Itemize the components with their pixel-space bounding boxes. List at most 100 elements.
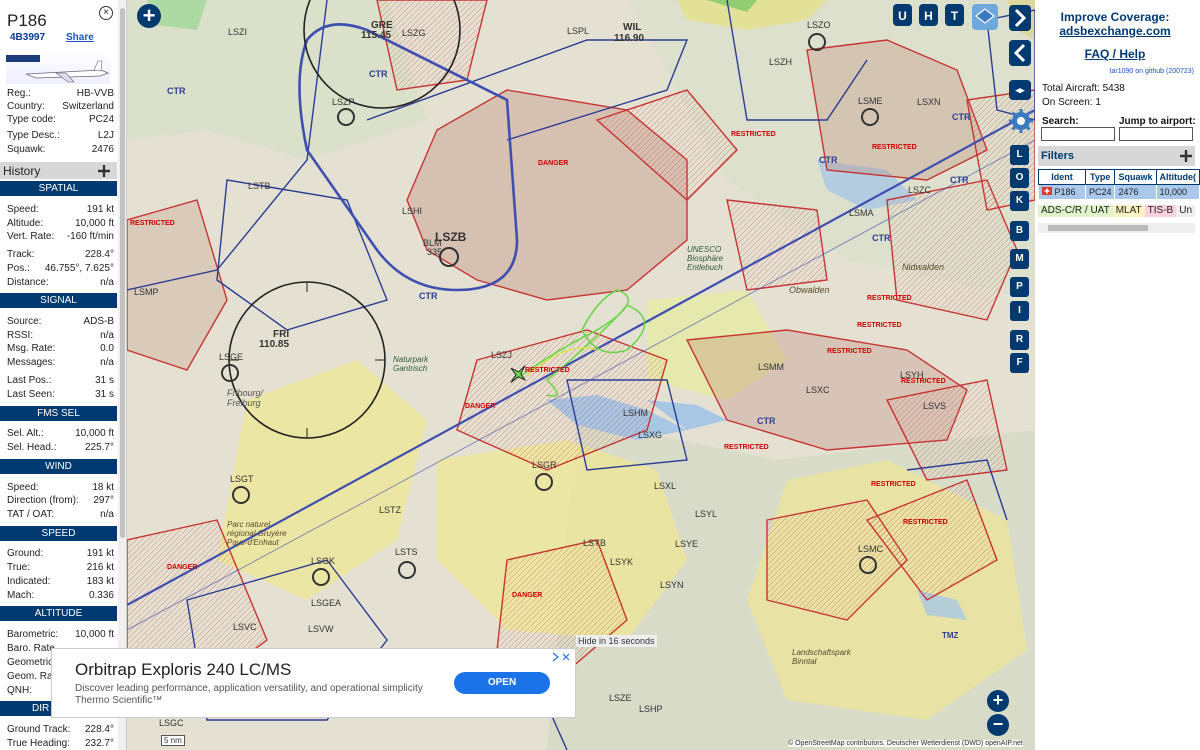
airport-lsmm[interactable]: LSMM <box>758 362 784 372</box>
plus-icon[interactable] <box>1179 149 1193 163</box>
restricted-label-2: RESTRICTED <box>731 131 776 138</box>
aircraft-photo-image <box>6 55 110 83</box>
version-link[interactable]: tar1090 on github (200723) <box>1110 68 1194 75</box>
table-scrollbar-thumb[interactable] <box>1048 225 1148 231</box>
table-header[interactable]: Altitude( <box>1155 169 1200 185</box>
side-button-o[interactable]: O <box>1010 168 1029 188</box>
table-cell-ident[interactable]: P186 <box>1038 184 1086 200</box>
airport-lsgc[interactable]: LSGC <box>159 718 184 728</box>
airport-lsyl[interactable]: LSYL <box>695 509 717 519</box>
airport-lsyb[interactable]: LSYB <box>583 538 606 548</box>
side-button-f[interactable]: F <box>1010 353 1029 373</box>
table-header[interactable]: Type <box>1084 169 1116 185</box>
table-header[interactable]: Ident <box>1038 169 1086 185</box>
airport-lshi[interactable]: LSHI <box>402 206 422 216</box>
side-button-p[interactable]: P <box>1010 277 1029 297</box>
airport-lszc[interactable]: LSZC <box>908 185 931 195</box>
layer-button-t[interactable]: T <box>945 4 964 26</box>
search-input[interactable] <box>1041 127 1115 141</box>
airport-lsgea[interactable]: LSGEA <box>311 598 341 608</box>
airport-lsxn[interactable]: LSXN <box>917 97 941 107</box>
airport-lszj[interactable]: LSZJ <box>491 350 512 360</box>
table-row[interactable]: P186 PC24 2476 10,000 <box>1038 184 1200 200</box>
airport-lsvs[interactable]: LSVS <box>923 401 946 411</box>
zoom-out-button[interactable]: − <box>987 714 1009 736</box>
chevron-right-icon[interactable] <box>1009 5 1031 31</box>
unesco-label: UNESCO Biosphäre Entlebuch <box>687 245 724 272</box>
zoom-in-button[interactable]: + <box>987 690 1009 712</box>
filters-label: Filters <box>1041 150 1075 162</box>
airport-lsme[interactable]: LSME <box>858 96 883 106</box>
layer-button-u[interactable]: U <box>893 4 912 26</box>
airport-lsgt[interactable]: LSGT <box>230 474 254 484</box>
airport-lszi[interactable]: LSZI <box>228 27 247 37</box>
table-scrollbar[interactable] <box>1038 223 1195 233</box>
airport-lszo[interactable]: LSZO <box>807 20 831 30</box>
side-button-m[interactable]: M <box>1010 249 1029 269</box>
total-aircraft-row: Total Aircraft: 5438 <box>1042 83 1125 94</box>
settings-gear-icon[interactable] <box>1009 109 1033 133</box>
faq-help-link[interactable]: FAQ / Help <box>1035 47 1195 61</box>
airport-lspl[interactable]: LSPL <box>567 26 589 36</box>
airport-lsgk[interactable]: LSGK <box>311 556 335 566</box>
zoom-plus-button[interactable]: + <box>137 4 161 28</box>
side-button-b[interactable]: B <box>1010 221 1029 241</box>
ad-close-icon[interactable] <box>551 652 571 662</box>
layer-button-h[interactable]: H <box>919 4 938 26</box>
restricted-label-10: RESTRICTED <box>901 378 946 385</box>
airport-lshm[interactable]: LSHM <box>623 408 648 418</box>
airport-lsge[interactable]: LSGE <box>219 352 243 362</box>
airport-lsmp[interactable]: LSMP <box>134 287 159 297</box>
airport-lsgr[interactable]: LSGR <box>532 460 557 470</box>
aircraft-photo[interactable] <box>6 52 110 84</box>
map-view[interactable]: GRE 115.45 WIL 116.90 FRI 110.85 BLM 335… <box>127 0 1035 750</box>
restricted-label-4: RESTRICTED <box>867 295 912 302</box>
track-row: Track: 228.4° <box>7 249 114 260</box>
side-button-l[interactable]: L <box>1010 145 1029 165</box>
side-button-r[interactable]: R <box>1010 330 1029 350</box>
airport-lsxl[interactable]: LSXL <box>654 481 676 491</box>
filters-bar[interactable]: Filters <box>1038 146 1195 166</box>
jump-airport-input[interactable] <box>1119 127 1193 141</box>
airport-lszg[interactable]: LSZG <box>402 28 426 38</box>
ctr-label-6: CTR <box>872 233 891 243</box>
advertisement[interactable]: Orbitrap Exploris 240 LC/MS Discover lea… <box>51 648 576 718</box>
ad-open-button[interactable]: OPEN <box>454 672 550 694</box>
close-icon[interactable]: × <box>99 6 113 20</box>
airport-lsxg[interactable]: LSXG <box>638 430 662 440</box>
chevron-right-glyph <box>1014 8 1027 28</box>
airport-lsts[interactable]: LSTS <box>395 547 418 557</box>
ad-title[interactable]: Orbitrap Exploris 240 LC/MS <box>75 660 291 680</box>
expand-icon[interactable]: ◂▸ <box>1009 80 1031 100</box>
share-link[interactable]: Share <box>66 32 94 43</box>
chevron-left-icon[interactable] <box>1009 40 1031 66</box>
airport-lsyk[interactable]: LSYK <box>610 557 633 567</box>
airport-lszb[interactable]: LSZB <box>435 230 466 244</box>
adsbexchange-link[interactable]: adsbexchange.com <box>1035 24 1195 38</box>
side-button-k[interactable]: K <box>1010 191 1029 211</box>
map-attribution[interactable]: © OpenStreetMap contributors. Deutscher … <box>788 740 1023 747</box>
airport-lstz[interactable]: LSTZ <box>379 505 401 515</box>
airport-lstb[interactable]: LSTB <box>248 181 271 191</box>
legend-other: Un <box>1176 205 1196 217</box>
airport-lszh[interactable]: LSZH <box>769 57 792 67</box>
airport-lszp[interactable]: LSZP <box>332 97 355 107</box>
airport-lsma[interactable]: LSMA <box>849 208 874 218</box>
info-scrollbar-thumb[interactable] <box>120 8 125 538</box>
airport-lsvw[interactable]: LSVW <box>308 624 334 634</box>
airport-lsze[interactable]: LSZE <box>609 693 632 703</box>
airport-lshp[interactable]: LSHP <box>639 704 663 714</box>
airport-lsyn[interactable]: LSYN <box>660 580 684 590</box>
vor-wil-label: WIL <box>623 22 642 33</box>
airport-lsmc[interactable]: LSMC <box>858 544 883 554</box>
section-fms: FMS SEL <box>0 406 117 421</box>
legend-adsc: ADS-C/R / UAT <box>1038 205 1113 217</box>
legend-mlat: MLAT <box>1112 205 1145 217</box>
table-header[interactable]: Squawk <box>1114 169 1157 185</box>
airport-lsxc[interactable]: LSXC <box>806 385 830 395</box>
side-button-i[interactable]: I <box>1010 301 1029 321</box>
airport-lsye[interactable]: LSYE <box>675 539 698 549</box>
airport-lsvc[interactable]: LSVC <box>233 622 257 632</box>
layers-icon[interactable] <box>972 4 998 30</box>
plus-icon[interactable] <box>97 164 111 178</box>
